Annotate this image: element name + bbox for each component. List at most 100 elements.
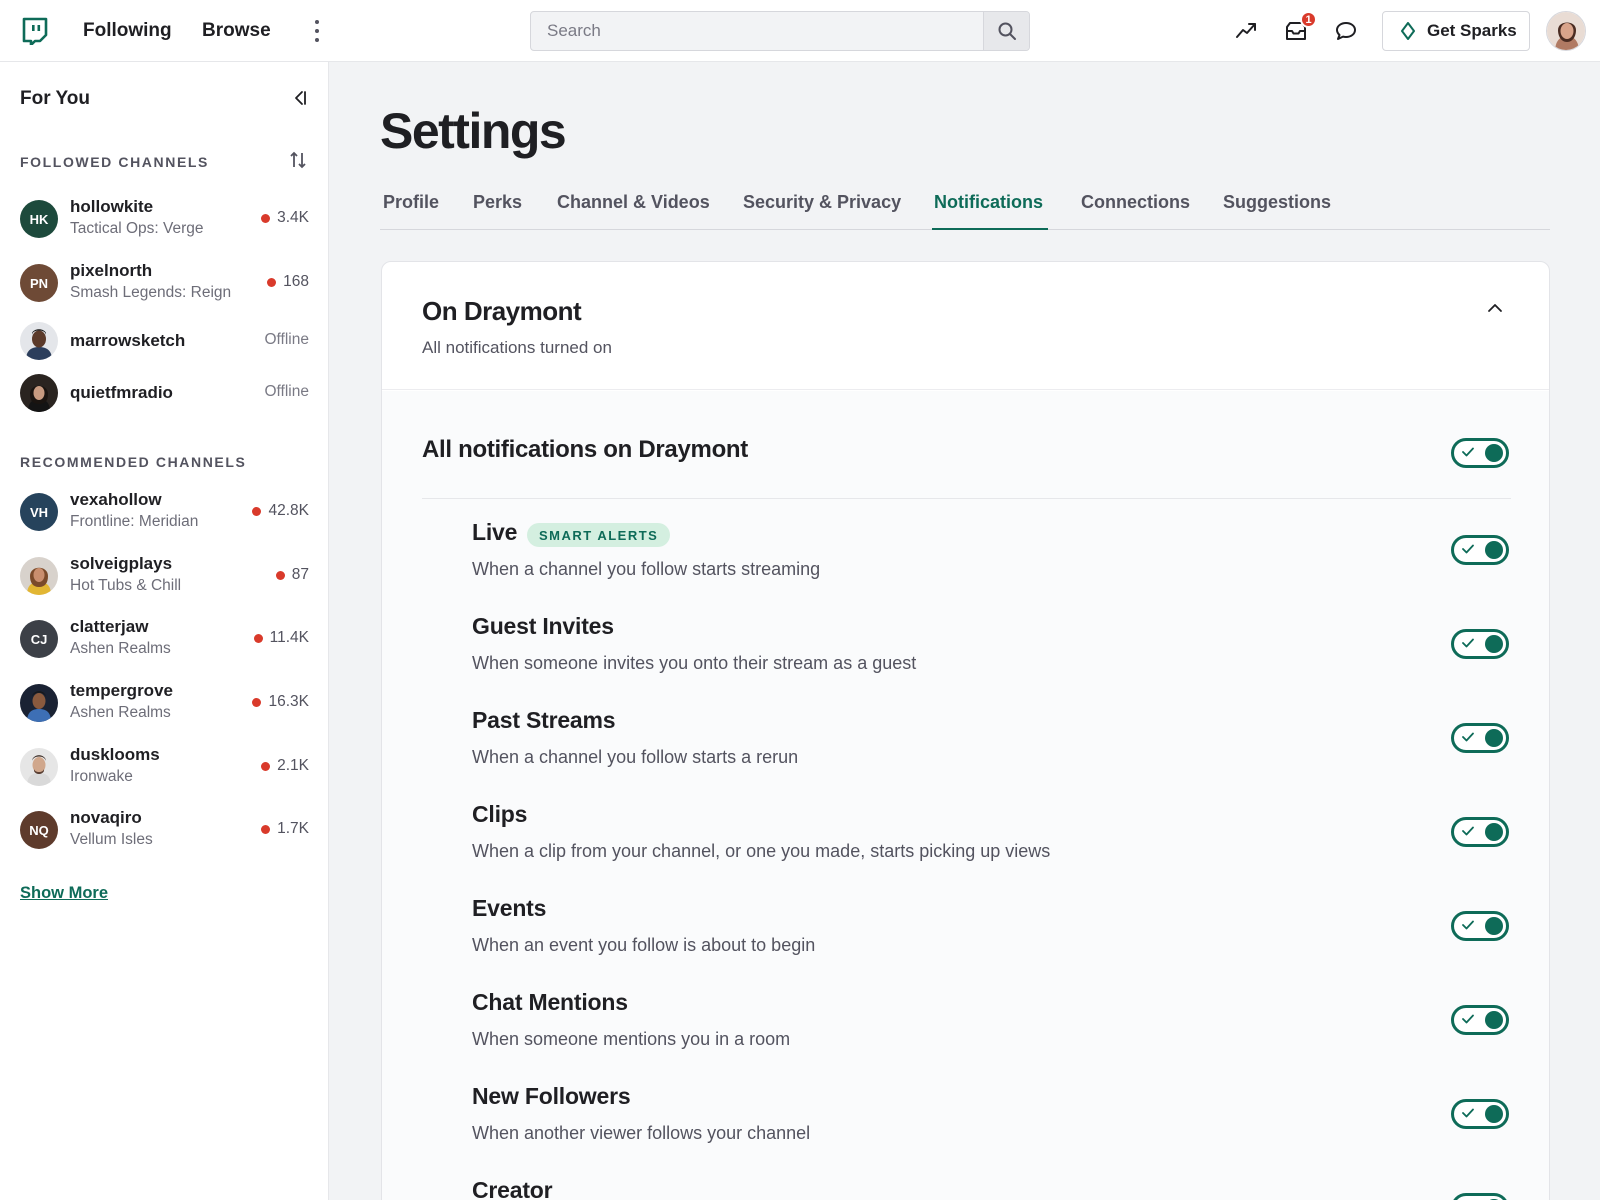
show-more-link[interactable]: Show More <box>20 884 108 903</box>
tab-channel-videos[interactable]: Channel & Videos <box>557 192 710 213</box>
channel-name: novaqiro <box>70 808 142 827</box>
viewer-count-value: 87 <box>291 566 309 583</box>
toggle-knob <box>1485 541 1503 559</box>
recommended-channel-dusklooms[interactable]: dusklooms Ironwake 2.1K <box>0 739 329 795</box>
followed-channel-pixelnorth[interactable]: PN pixelnorth Smash Legends: Reign 168 <box>0 255 329 311</box>
viewer-count: 1.7K <box>261 820 309 838</box>
channel-name: clatterjaw <box>70 617 149 636</box>
toggle-creator[interactable] <box>1451 1193 1509 1200</box>
channel-status: Offline <box>264 383 309 400</box>
channel-name: tempergrove <box>70 681 173 700</box>
channel-name: solveigplays <box>70 554 173 573</box>
master-notifications-toggle[interactable] <box>1451 438 1509 468</box>
channel-game: Ashen Realms <box>70 640 171 657</box>
channel-game: Frontline: Meridian <box>70 513 199 530</box>
toggle-knob <box>1485 444 1503 462</box>
recommended-channel-novaqiro[interactable]: NQ novaqiro Vellum Isles 1.7K <box>0 802 329 858</box>
sort-icon[interactable] <box>288 150 308 170</box>
page-title: Settings <box>380 103 567 159</box>
notif-desc-clips: When a clip from your channel, or one yo… <box>472 841 1051 861</box>
tab-profile[interactable]: Profile <box>383 192 439 213</box>
master-toggle-label: All notifications on Draymont <box>422 436 748 463</box>
channel-name: pixelnorth <box>70 261 153 280</box>
trending-icon[interactable] <box>1233 18 1259 44</box>
followed-channel-marrowsketch[interactable]: marrowsketch Offline <box>0 313 329 369</box>
more-menu-icon[interactable] <box>312 20 322 42</box>
recommended-channels-heading: RECOMMENDED CHANNELS <box>20 454 247 470</box>
recommended-channel-tempergrove[interactable]: tempergrove Ashen Realms 16.3K <box>0 675 329 731</box>
toggle-knob <box>1485 729 1503 747</box>
tab-suggestions[interactable]: Suggestions <box>1223 192 1331 213</box>
active-tab-indicator <box>932 228 1048 230</box>
channel-name: marrowsketch <box>70 331 186 350</box>
viewer-count: 42.8K <box>252 502 309 520</box>
viewer-count: 2.1K <box>261 757 309 775</box>
toggle-new-followers[interactable] <box>1451 1099 1509 1129</box>
chevron-up-icon[interactable] <box>1485 298 1505 318</box>
viewer-count: 11.4K <box>253 629 309 647</box>
viewer-count-value: 16.3K <box>268 693 309 710</box>
toggle-events[interactable] <box>1451 911 1509 941</box>
search-icon <box>998 22 1016 40</box>
followed-channels-heading: FOLLOWED CHANNELS <box>20 154 209 170</box>
toggle-knob <box>1485 917 1503 935</box>
viewer-count-value: 2.1K <box>277 757 309 774</box>
followed-channel-quietfmradio[interactable]: quietfmradio Offline <box>0 365 329 421</box>
tab-security-privacy[interactable]: Security & Privacy <box>743 192 901 213</box>
channel-avatar <box>20 748 58 786</box>
inbox-badge: 1 <box>1300 11 1317 28</box>
recommended-channel-clatterjaw[interactable]: CJ clatterjaw Ashen Realms 11.4K <box>0 611 329 667</box>
toggle-chat-mentions[interactable] <box>1451 1005 1509 1035</box>
tab-connections[interactable]: Connections <box>1081 192 1190 213</box>
channel-game: Ashen Realms <box>70 704 171 721</box>
card-header[interactable]: On Draymont All notifications turned on <box>382 262 1549 390</box>
tab-perks[interactable]: Perks <box>473 192 522 213</box>
notif-title-events: Events <box>472 895 547 921</box>
channel-avatar: VH <box>20 493 58 531</box>
card-body: All notifications on Draymont Live SMART… <box>382 391 1549 1200</box>
check-icon <box>1462 544 1474 554</box>
recommended-channel-vexahollow[interactable]: VH vexahollow Frontline: Meridian 42.8K <box>0 484 329 540</box>
viewer-count-value: 168 <box>283 273 309 290</box>
recommended-channel-solveigplays[interactable]: solveigplays Hot Tubs & Chill 87 <box>0 548 329 604</box>
search-input[interactable] <box>531 12 983 50</box>
live-dot-icon <box>261 824 271 834</box>
viewer-count: 16.3K <box>252 693 309 711</box>
viewer-count-value: 3.4K <box>277 209 309 226</box>
viewer-count: 3.4K <box>261 209 309 227</box>
search-button[interactable] <box>983 12 1029 50</box>
notif-desc-live: When a channel you follow starts streami… <box>472 559 821 579</box>
whispers-icon[interactable] <box>1333 18 1359 44</box>
channel-status: Offline <box>264 331 309 348</box>
live-dot-icon <box>252 697 262 707</box>
channel-avatar <box>20 374 58 412</box>
notif-title-chat-mentions: Chat Mentions <box>472 989 628 1015</box>
check-icon <box>1462 638 1474 648</box>
toggle-clips[interactable] <box>1451 817 1509 847</box>
logo-icon[interactable] <box>22 17 48 45</box>
notif-title-clips: Clips <box>472 801 528 827</box>
live-dot-icon <box>261 761 271 771</box>
nav-browse[interactable]: Browse <box>202 20 271 42</box>
search-bar <box>530 11 1030 51</box>
collapse-sidebar-icon[interactable] <box>290 88 310 108</box>
tab-notifications[interactable]: Notifications <box>934 192 1043 213</box>
divider <box>422 498 1511 499</box>
notif-desc-past-streams: When a channel you follow starts a rerun <box>472 747 799 767</box>
nav-following[interactable]: Following <box>83 20 172 42</box>
card-subtitle: All notifications turned on <box>422 338 612 357</box>
followed-channel-hollowkite[interactable]: HK hollowkite Tactical Ops: Verge 3.4K <box>0 191 329 247</box>
viewer-count-value: 1.7K <box>277 820 309 837</box>
toggle-guest-invites[interactable] <box>1451 629 1509 659</box>
toggle-past-streams[interactable] <box>1451 723 1509 753</box>
channel-avatar: CJ <box>20 620 58 658</box>
get-sparks-button[interactable]: Get Sparks <box>1382 11 1530 51</box>
toggle-knob <box>1485 635 1503 653</box>
user-avatar[interactable] <box>1546 11 1586 51</box>
channel-game: Ironwake <box>70 768 133 785</box>
toggle-live[interactable] <box>1451 535 1509 565</box>
channel-game: Smash Legends: Reign <box>70 284 232 301</box>
channel-avatar <box>20 557 58 595</box>
get-sparks-label: Get Sparks <box>1427 21 1517 40</box>
check-icon <box>1462 732 1474 742</box>
